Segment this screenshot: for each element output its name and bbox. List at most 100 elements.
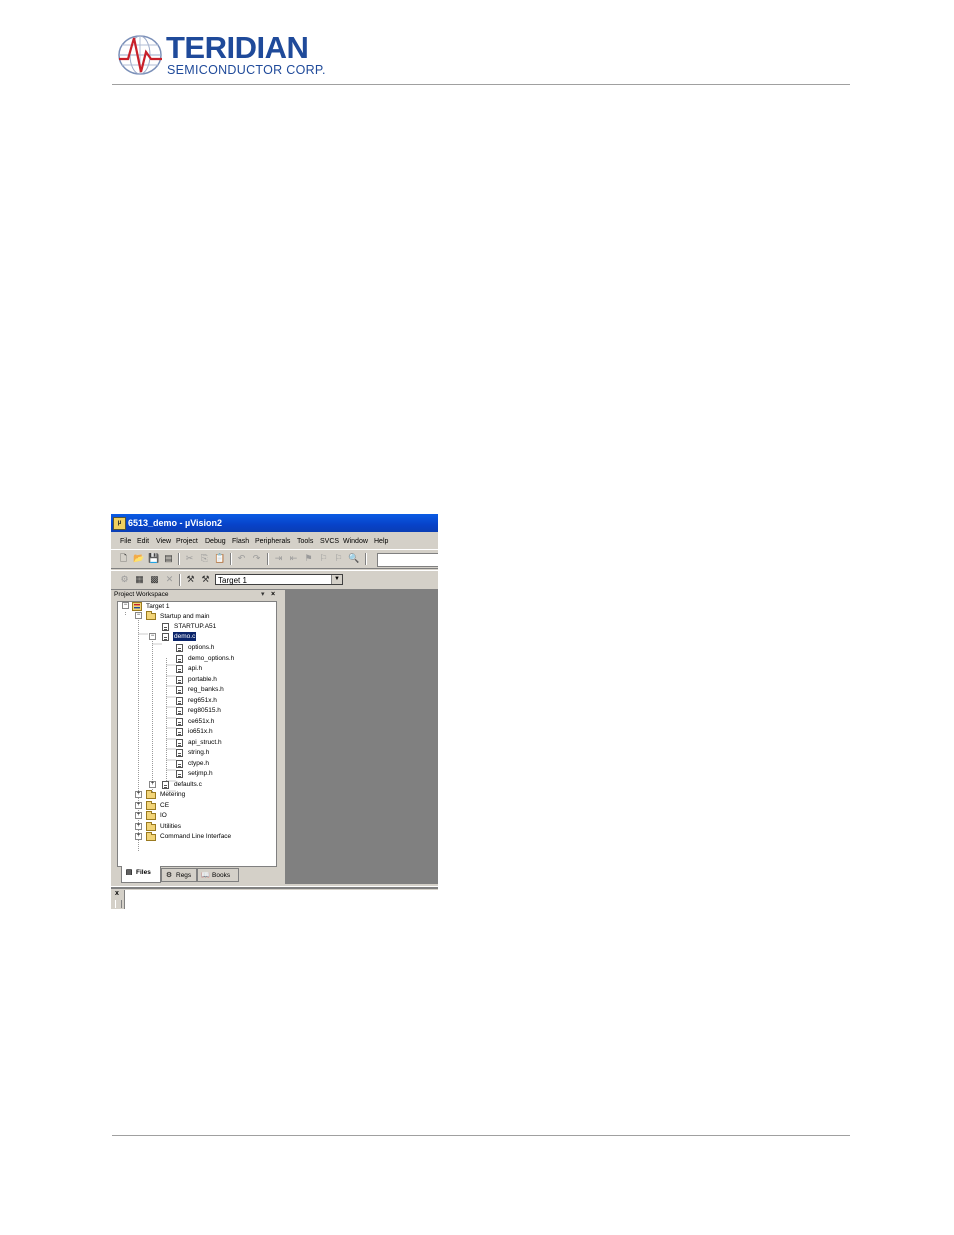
menu-peripherals[interactable]: Peripherals: [255, 537, 290, 546]
teridian-logo: TERIDIAN SEMICONDUCTOR CORP.: [116, 30, 326, 80]
redo-icon[interactable]: ↷: [251, 553, 262, 564]
find-input[interactable]: [377, 553, 438, 567]
target-options-icon[interactable]: ⚒: [200, 574, 211, 585]
stop-build-icon[interactable]: ✕: [164, 574, 175, 585]
tree-node-file[interactable]: defaults.c: [174, 780, 202, 789]
menu-file[interactable]: File: [120, 537, 131, 546]
tree-node-group[interactable]: IO: [160, 811, 167, 820]
menu-debug[interactable]: Debug: [205, 537, 226, 546]
tree-node-header[interactable]: api.h: [188, 664, 202, 673]
save-icon[interactable]: 💾: [148, 553, 159, 564]
tree-node-group[interactable]: Startup and main: [160, 612, 210, 621]
tree-node-header[interactable]: ce651x.h: [188, 717, 214, 726]
folder-open-icon: [146, 611, 156, 620]
menu-tools[interactable]: Tools: [297, 537, 313, 546]
tab-files[interactable]: ▤ Files: [121, 866, 161, 883]
regs-tab-icon: ⚙: [165, 872, 173, 879]
tree-node-group[interactable]: Metering: [160, 790, 185, 799]
new-file-icon[interactable]: 🗋: [118, 553, 129, 564]
bookmark-prev-icon[interactable]: ⚐: [318, 553, 329, 564]
load-flash-icon[interactable]: ⚒: [185, 574, 196, 585]
workspace-pin-icon[interactable]: ▾: [261, 591, 265, 599]
target-icon: [132, 602, 142, 611]
header-file-icon: [176, 686, 183, 694]
menu-project[interactable]: Project: [176, 537, 198, 546]
tree-node-header[interactable]: reg_banks.h: [188, 685, 224, 694]
tree-node-header[interactable]: demo_options.h: [188, 654, 234, 663]
translate-icon[interactable]: ⚙: [119, 574, 130, 585]
pane-splitter[interactable]: [111, 886, 438, 889]
build-toolbar: ⚙ ▦ ▩ ✕ ⚒ ⚒ Target 1 ▼: [111, 570, 438, 590]
header-file-icon: [176, 665, 183, 673]
toolbar-separator: [230, 553, 232, 565]
unindent-icon[interactable]: ⇤: [288, 553, 299, 564]
tree-node-header[interactable]: ctype.h: [188, 759, 209, 768]
indent-icon[interactable]: ⇥: [273, 553, 284, 564]
menu-edit[interactable]: Edit: [137, 537, 149, 546]
output-content[interactable]: [124, 890, 438, 909]
tree-node-group[interactable]: Command Line Interface: [160, 832, 231, 841]
header-rule: [112, 84, 850, 85]
output-window: x: [111, 890, 438, 909]
tree-node-header[interactable]: options.h: [188, 643, 214, 652]
collapse-icon[interactable]: −: [135, 612, 142, 619]
toolbar-separator: [365, 553, 367, 565]
tree-node-file[interactable]: STARTUP.A51: [174, 622, 216, 631]
workspace-tabs: ▤ Files ⚙ Regs 📖 Books: [111, 866, 281, 884]
asm-file-icon: [162, 623, 169, 631]
tree-node-file-selected[interactable]: demo.c: [173, 632, 197, 641]
open-file-icon[interactable]: 📂: [133, 553, 144, 564]
expand-icon[interactable]: +: [135, 791, 142, 798]
output-close-icon[interactable]: x: [115, 890, 119, 897]
menu-window[interactable]: Window: [343, 537, 368, 546]
collapse-icon[interactable]: −: [149, 633, 156, 640]
expand-icon[interactable]: +: [135, 833, 142, 840]
tree-node-group[interactable]: Utilities: [160, 822, 181, 831]
tree-node-header[interactable]: portable.h: [188, 675, 217, 684]
editor-area[interactable]: [285, 589, 438, 884]
folder-icon: [146, 832, 156, 841]
menu-flash[interactable]: Flash: [232, 537, 249, 546]
chevron-down-icon[interactable]: ▼: [331, 575, 342, 584]
project-tree: − Target 1 − Startup and main STARTUP.A5…: [117, 601, 277, 867]
tree-node-header[interactable]: api_struct.h: [188, 738, 222, 747]
expand-icon[interactable]: +: [135, 823, 142, 830]
header-file-icon: [176, 739, 183, 747]
cut-icon[interactable]: ✂: [184, 553, 195, 564]
expand-icon[interactable]: +: [135, 812, 142, 819]
bookmark-toggle-icon[interactable]: ⚑: [303, 553, 314, 564]
toolbar-separator: [267, 553, 269, 565]
tree-node-header[interactable]: string.h: [188, 748, 209, 757]
tree-node-target[interactable]: Target 1: [146, 602, 170, 611]
tree-node-header[interactable]: io651x.h: [188, 727, 213, 736]
header-file-icon: [176, 644, 183, 652]
tree-node-group[interactable]: CE: [160, 801, 169, 810]
folder-icon: [146, 801, 156, 810]
tree-node-header[interactable]: setjmp.h: [188, 769, 213, 778]
bookmark-next-icon[interactable]: ⚐: [333, 553, 344, 564]
output-grip-handle[interactable]: [115, 900, 122, 908]
uvision-window: µ 6513_demo - µVision2 File Edit View Pr…: [111, 514, 438, 909]
undo-icon[interactable]: ↶: [236, 553, 247, 564]
title-bar[interactable]: µ 6513_demo - µVision2: [111, 514, 438, 532]
menu-help[interactable]: Help: [374, 537, 388, 546]
collapse-icon[interactable]: −: [122, 602, 129, 609]
expand-icon[interactable]: +: [135, 802, 142, 809]
tree-node-header[interactable]: reg651x.h: [188, 696, 217, 705]
globe-logo-icon: [118, 35, 162, 75]
save-all-icon[interactable]: ▤: [163, 553, 174, 564]
tab-regs[interactable]: ⚙ Regs: [161, 868, 197, 882]
header-file-icon: [176, 676, 183, 684]
expand-icon[interactable]: +: [149, 781, 156, 788]
tree-node-header[interactable]: reg80515.h: [188, 706, 221, 715]
menu-svcs[interactable]: SVCS: [320, 537, 339, 546]
target-select[interactable]: Target 1 ▼: [215, 574, 343, 585]
paste-icon[interactable]: 📋: [214, 553, 225, 564]
rebuild-all-icon[interactable]: ▩: [149, 574, 160, 585]
menu-view[interactable]: View: [156, 537, 171, 546]
tab-books[interactable]: 📖 Books: [197, 868, 239, 882]
copy-icon[interactable]: ⎘: [199, 553, 210, 564]
workspace-close-icon[interactable]: ×: [271, 591, 275, 599]
find-in-files-icon[interactable]: 🔍: [348, 553, 359, 564]
build-target-icon[interactable]: ▦: [134, 574, 145, 585]
